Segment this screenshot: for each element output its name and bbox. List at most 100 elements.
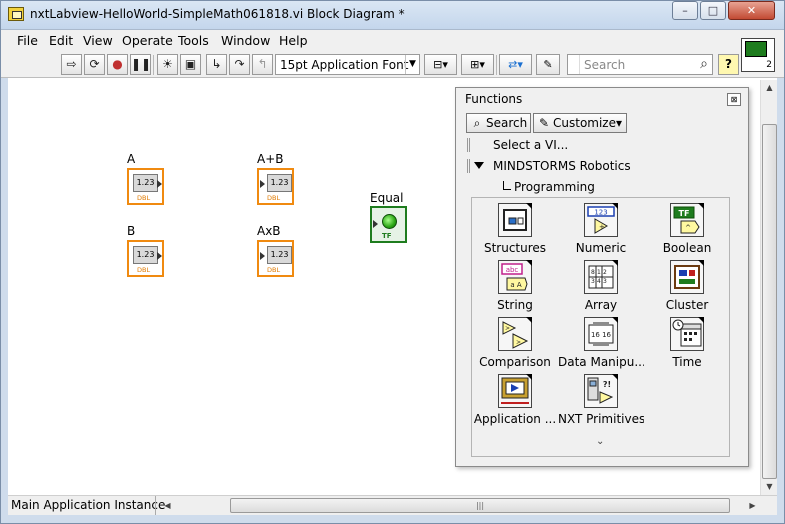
menu-edit[interactable]: Edit [49,33,73,48]
more-items-chevron-icon[interactable]: ⌄ [596,436,604,447]
boolean-indicator-equal[interactable]: TF [370,206,407,243]
palette-item-array[interactable]: 812 343 Array [558,260,644,317]
title-bar: nxtLabview-HelloWorld-SimpleMath061818.v… [0,0,785,30]
scroll-left-icon[interactable]: ◀ [160,497,175,514]
subcategory-label: Programming [514,180,595,194]
menu-view[interactable]: View [83,33,113,48]
menu-operate[interactable]: Operate [122,33,173,48]
category-label: MINDSTORMS Robotics [493,159,631,173]
palette-item-cluster[interactable]: Cluster [644,260,730,317]
indicator-terminal-a-times-b[interactable]: 1.23 DBL [257,240,294,277]
palette-search-button[interactable]: ⌕ Search [466,113,531,133]
svg-text:^: ^ [685,224,691,232]
menu-help[interactable]: Help [279,33,308,48]
status-separator [155,496,156,515]
search-input[interactable]: Search [584,58,625,72]
search-icon[interactable]: ⌕ [700,56,708,72]
run-arrow-icon[interactable]: ⇨ [61,54,82,75]
node-label-a: A [127,152,136,166]
labview-app-icon [8,7,24,21]
toolbar-search[interactable]: Search ⌕ [567,54,713,75]
reorder-button[interactable]: ⇄▾ [499,54,532,75]
scroll-down-icon[interactable]: ▼ [762,479,777,495]
palette-item-label: Structures [483,241,547,255]
palette-item-boolean[interactable]: TF ^ Boolean [644,203,730,260]
control-terminal-a[interactable]: 1.23 DBL [127,168,164,205]
menu-file[interactable]: File [17,33,38,48]
output-arrow-icon [157,180,162,188]
boolean-icon: TF ^ [670,203,704,237]
led-icon [382,214,397,229]
align-objects-button[interactable]: ⊟▾ [424,54,457,75]
repr-badge: DBL [137,194,151,202]
palette-item-numeric[interactable]: 123 + Numeric [558,203,644,260]
array-icon: 812 343 [584,260,618,294]
svg-text:3: 3 [591,278,595,285]
font-select[interactable]: 15pt Application Font ▼ [275,54,420,75]
vi-icon[interactable]: 2 [741,38,775,72]
retain-wire-values-icon[interactable]: ▣ [180,54,201,75]
svg-text:1: 1 [597,269,601,276]
vertical-scrollbar[interactable]: ▲ ▼ [760,80,777,495]
svg-text:4: 4 [597,278,601,285]
palette-item-label: NXT Primitives [558,412,644,426]
abort-icon[interactable]: ● [107,54,128,75]
palette-item-structures[interactable]: Structures [472,203,558,260]
palette-item-string[interactable]: abc a A String [472,260,558,317]
expand-arrow-icon[interactable] [474,162,484,169]
clean-up-diagram-button[interactable]: ✎ [536,54,560,75]
run-continuous-icon[interactable]: ⟳ [84,54,105,75]
data-manipulation-icon: 16 16 [584,317,618,351]
svg-text:123: 123 [594,209,607,217]
window-frame-left [0,30,8,524]
palette-item-label: Boolean [662,241,712,255]
svg-text:3: 3 [603,278,607,285]
scroll-right-icon[interactable]: ▶ [745,497,760,514]
highlight-execution-icon[interactable]: ☀ [157,54,178,75]
svg-text:a A: a A [510,281,522,289]
select-vi-row[interactable]: Select a VI... [466,136,742,156]
repr-badge: DBL [267,266,281,274]
palette-item-data-manipulation[interactable]: 16 16 Data Manipu... [558,317,644,374]
search-grip [568,55,580,74]
numeric-face: 1.23 [267,246,292,264]
time-icon [670,317,704,351]
svg-text:8: 8 [591,269,595,276]
step-into-icon[interactable]: ↳ [206,54,227,75]
chevron-down-icon: ▼ [405,55,419,74]
subcategory-row[interactable]: Programming [466,178,742,198]
palette-item-nxt-primitives[interactable]: ?! NXT Primitives [558,374,644,431]
context-help-button[interactable]: ? [718,54,739,75]
comparison-icon: > > [498,317,532,351]
node-label-a-plus-b: A+B [257,152,284,166]
close-button[interactable]: ✕ [728,1,775,20]
pin-icon[interactable]: ⊠ [727,93,741,106]
font-select-value: 15pt Application Font [280,58,409,72]
menu-window[interactable]: Window [221,33,270,48]
window-frame-right [777,30,785,524]
cluster-icon [670,260,704,294]
control-terminal-b[interactable]: 1.23 DBL [127,240,164,277]
scroll-up-icon[interactable]: ▲ [762,80,777,96]
indicator-terminal-a-plus-b[interactable]: 1.23 DBL [257,168,294,205]
palette-item-label: Application ... [473,412,557,426]
pause-icon[interactable]: ❚❚ [130,54,151,75]
minimize-button[interactable]: – [672,1,698,20]
palette-item-label: Time [672,355,702,369]
step-over-icon[interactable]: ↷ [229,54,250,75]
vertical-scroll-thumb[interactable] [762,124,777,479]
palette-item-label: Cluster [665,298,709,312]
palette-item-comparison[interactable]: > > Comparison [472,317,558,374]
horizontal-scroll-thumb[interactable]: ||| [230,498,730,513]
maximize-button[interactable]: □ [700,1,726,20]
palette-customize-button[interactable]: ✎ Customize▾ [533,113,627,133]
palette-item-application-control[interactable]: Application ... [472,374,558,431]
svg-text:>: > [516,339,521,346]
distribute-objects-button[interactable]: ⊞▾ [461,54,494,75]
repr-badge: DBL [267,194,281,202]
category-row[interactable]: MINDSTORMS Robotics [466,157,742,177]
palette-item-time[interactable]: Time [644,317,730,374]
horizontal-scrollbar[interactable]: ◀ ||| ▶ [160,497,760,514]
step-out-icon[interactable]: ↰ [252,54,273,75]
menu-tools[interactable]: Tools [178,33,209,48]
